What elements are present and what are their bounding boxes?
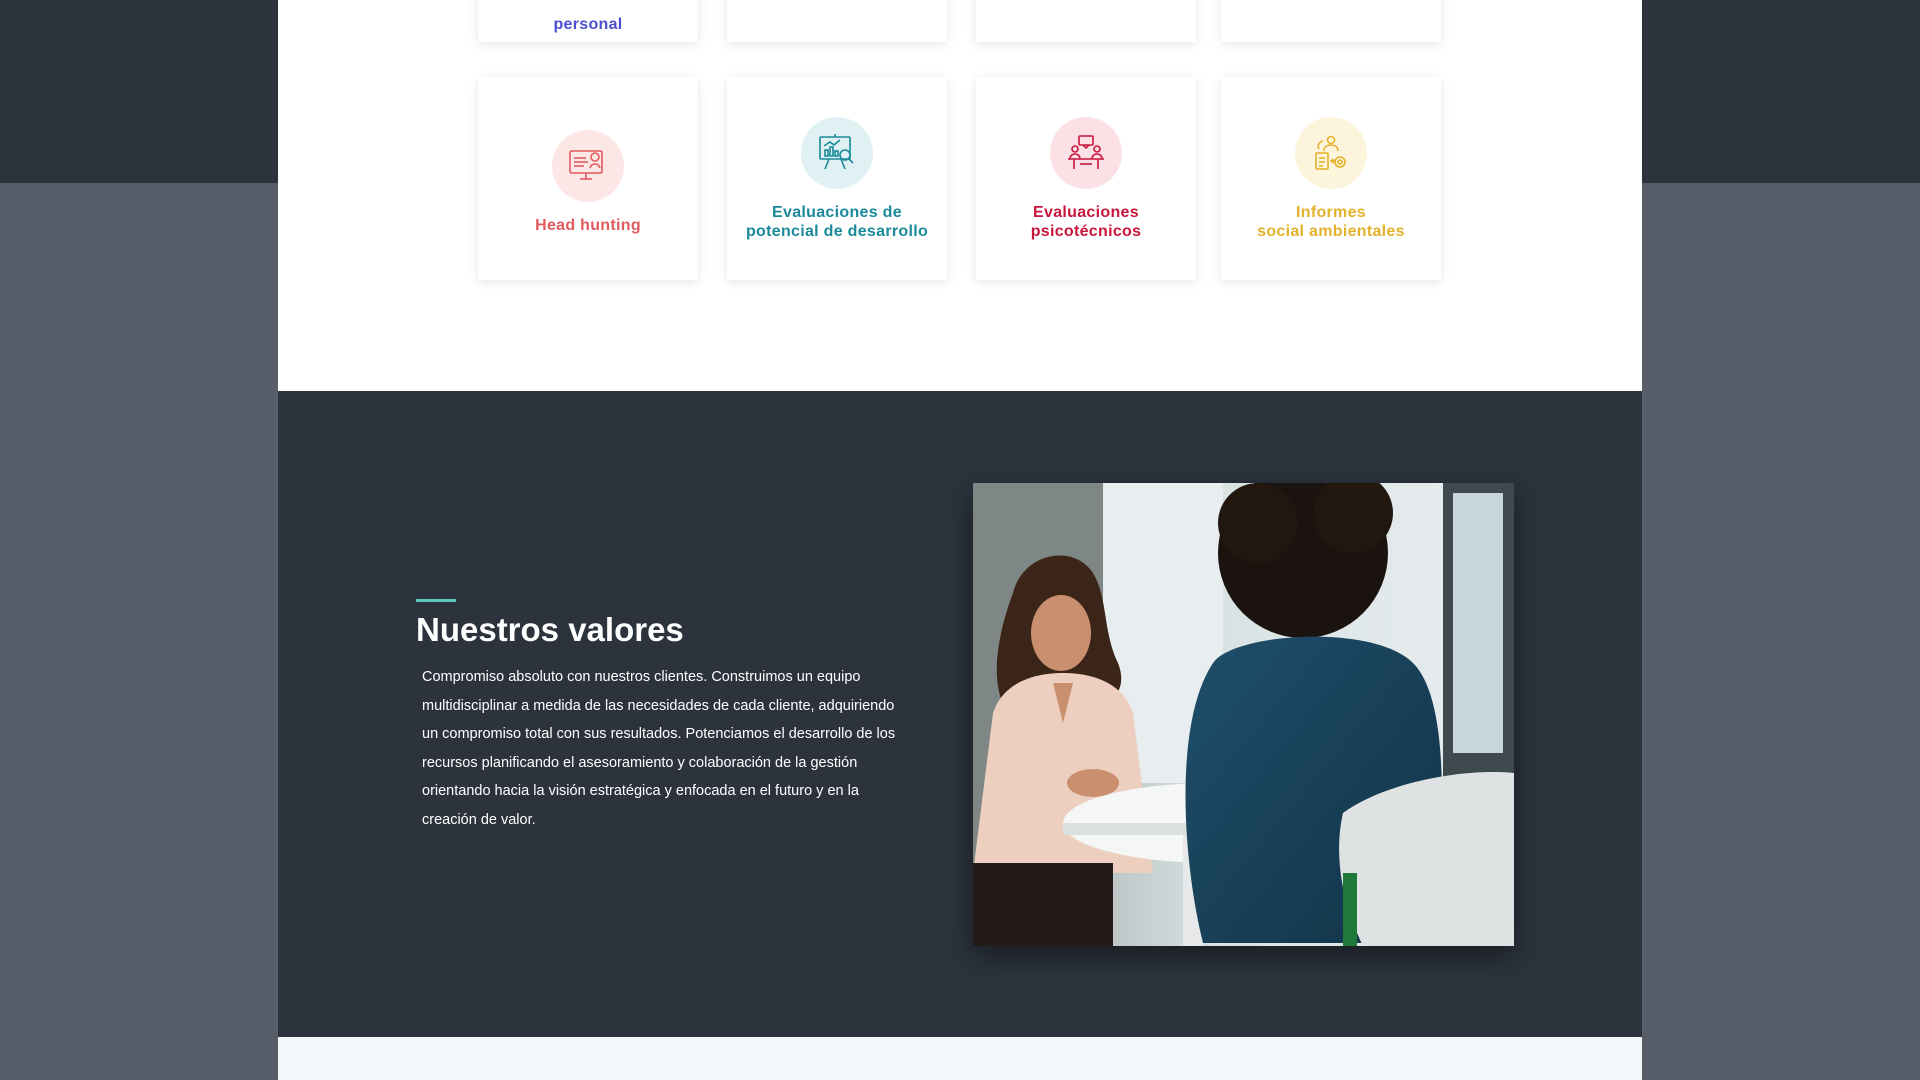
service-card[interactable] xyxy=(976,0,1196,42)
service-card-label-line: potencial de desarrollo xyxy=(745,222,929,240)
monitor-candidate-icon xyxy=(552,130,624,202)
values-title: Nuestros valores xyxy=(416,611,684,648)
values-description: Compromiso absoluto con nuestros cliente… xyxy=(422,669,896,828)
service-card-label: personal xyxy=(553,16,623,33)
page-container: personal Head hunting Evaluaciones de po… xyxy=(278,0,1642,1080)
environment-report-icon xyxy=(1295,116,1367,189)
service-card-label: Head hunting xyxy=(535,217,641,234)
service-card-label-line: social ambientales xyxy=(1257,222,1405,240)
service-card-label-line: Evaluaciones de xyxy=(772,203,902,221)
presentation-analysis-icon xyxy=(801,116,873,189)
service-card[interactable] xyxy=(727,0,947,42)
service-card-evaluaciones-psicotecnicos[interactable]: Evaluaciones psicotécnicos xyxy=(976,77,1196,280)
title-accent-line xyxy=(416,599,456,602)
interview-meeting-icon xyxy=(1050,116,1122,189)
service-card-head-hunting[interactable]: Head hunting xyxy=(478,77,698,280)
next-section-strip xyxy=(278,1037,1642,1080)
service-card-informes[interactable]: Informes social ambientales xyxy=(1221,77,1441,280)
service-card[interactable] xyxy=(1221,0,1441,42)
service-card-label-line: Informes xyxy=(1296,203,1366,221)
interview-photo xyxy=(973,483,1514,946)
values-section: Nuestros valores Compromiso absoluto con… xyxy=(278,391,1642,1037)
services-section: personal Head hunting Evaluaciones de po… xyxy=(278,0,1642,391)
service-card-evaluaciones-potencial[interactable]: Evaluaciones de potencial de desarrollo xyxy=(727,77,947,280)
service-card-label-line: psicotécnicos xyxy=(1030,222,1142,240)
service-card-personal[interactable]: personal xyxy=(478,0,698,42)
service-card-label-line: Evaluaciones xyxy=(1033,203,1139,221)
